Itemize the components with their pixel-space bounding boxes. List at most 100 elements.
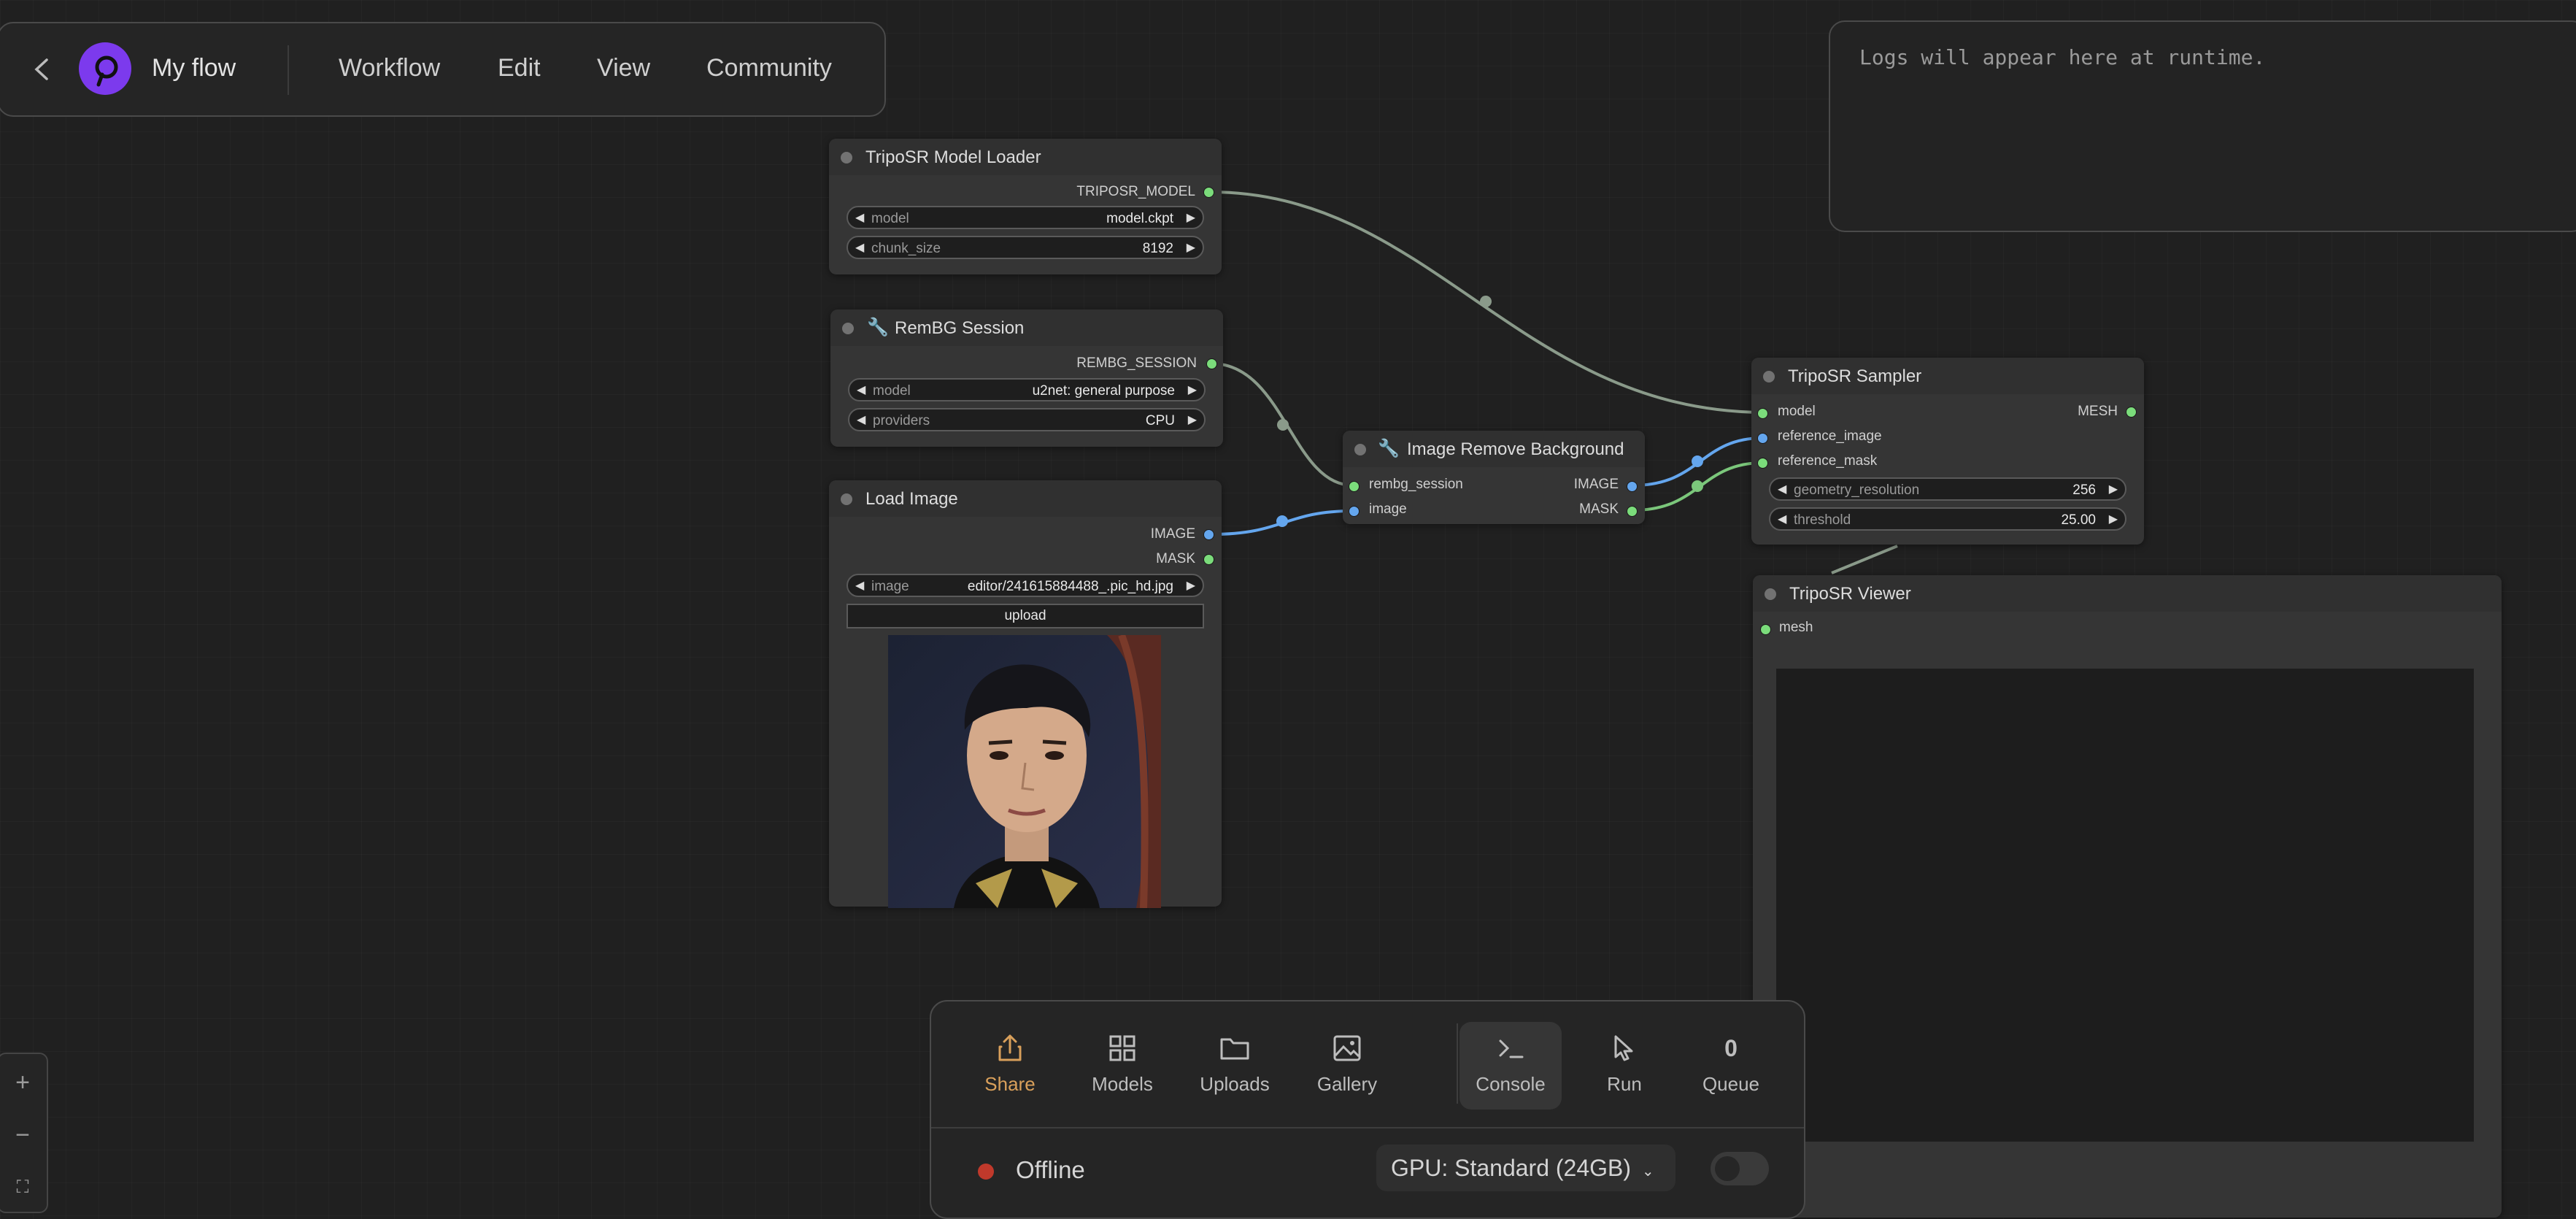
logs-panel[interactable]: Logs will appear here at runtime. [1829,20,2576,232]
run-button[interactable]: Run [1573,1022,1675,1110]
node-triposr-viewer[interactable]: TripoSR Viewer mesh [1753,575,2502,1218]
widget-label: chunk_size [871,241,941,256]
input-socket-reference-mask[interactable] [1757,458,1768,469]
decrement-arrow-icon[interactable]: ◀ [857,412,865,427]
widget-image[interactable]: ◀ image editor/241615884488_.pic_hd.jpg … [847,574,1204,597]
widget-model[interactable]: ◀ model model.ckpt ▶ [847,206,1204,229]
input-label-mesh: mesh [1779,620,1813,635]
uploads-button[interactable]: Uploads [1184,1022,1286,1110]
queue-button[interactable]: 0 Queue [1680,1022,1782,1110]
input-label-reference-mask: reference_mask [1778,453,1878,469]
output-socket-mask[interactable] [1627,506,1638,517]
run-label: Run [1607,1073,1642,1095]
flow-title[interactable]: My flow [152,54,236,82]
widget-value: CPU [1145,413,1175,428]
app-logo-icon[interactable] [79,42,131,95]
gpu-selector[interactable]: GPU: Standard (24GB) ⌄ [1376,1145,1675,1191]
node-title: Image Remove Background [1407,439,1624,459]
increment-arrow-icon[interactable]: ▶ [2109,512,2118,526]
decrement-arrow-icon[interactable]: ◀ [1778,482,1786,496]
share-label: Share [984,1073,1036,1095]
zoom-controls: + − ⛶ [0,1053,48,1213]
node-triposr-model-loader[interactable]: TripoSR Model Loader TRIPOSR_MODEL ◀ mod… [829,139,1222,274]
output-socket-mask[interactable] [1203,554,1214,565]
node-collapse-dot[interactable] [1354,444,1366,455]
upload-button[interactable]: upload [847,604,1204,628]
wire-rembg-session [1211,362,1354,487]
increment-arrow-icon[interactable]: ▶ [2109,482,2118,496]
widget-providers[interactable]: ◀ providers CPU ▶ [848,408,1206,431]
offline-status-dot [978,1164,994,1180]
queue-count: 0 [1724,1035,1738,1061]
increment-arrow-icon[interactable]: ▶ [1187,578,1195,593]
widget-value: 25.00 [2061,512,2096,528]
console-button[interactable]: Console [1459,1022,1562,1110]
input-socket-reference-image[interactable] [1757,433,1768,444]
widget-threshold[interactable]: ◀ threshold 25.00 ▶ [1769,507,2126,531]
output-socket-mesh[interactable] [2126,407,2137,418]
node-collapse-dot[interactable] [841,152,852,164]
share-button[interactable]: Share [959,1022,1061,1110]
decrement-arrow-icon[interactable]: ◀ [857,382,865,397]
mesh-viewer-canvas[interactable] [1776,669,2474,1142]
node-collapse-dot[interactable] [1763,371,1775,382]
node-image-remove-background[interactable]: 🔧 Image Remove Background rembg_session … [1343,431,1645,524]
gallery-button[interactable]: Gallery [1296,1022,1398,1110]
wire-reroute-dot [1276,515,1288,527]
zoom-in-icon[interactable]: + [0,1057,47,1108]
bottom-dock: Share Models Uploads Gallery Console Run… [930,1000,1805,1219]
output-label-image: IMAGE [1573,477,1619,492]
menu-edit[interactable]: Edit [498,54,541,82]
node-load-image[interactable]: Load Image IMAGE MASK ◀ image editor/241… [829,480,1222,908]
node-collapse-dot[interactable] [841,493,852,505]
zoom-out-icon[interactable]: − [0,1110,47,1161]
widget-value: editor/241615884488_.pic_hd.jpg [967,579,1173,594]
input-socket-image[interactable] [1349,506,1360,517]
models-button[interactable]: Models [1071,1022,1173,1110]
menu-workflow[interactable]: Workflow [339,54,440,82]
increment-arrow-icon[interactable]: ▶ [1188,382,1197,397]
widget-value: 8192 [1142,241,1173,256]
fit-view-icon[interactable]: ⛶ [0,1162,47,1213]
increment-arrow-icon[interactable]: ▶ [1187,240,1195,255]
output-label-mask: MASK [1156,551,1195,566]
node-collapse-dot[interactable] [842,323,854,334]
wire-reroute-dot [1277,419,1289,431]
widget-value: model.ckpt [1106,211,1173,226]
wire-ref-mask [1632,461,1764,512]
toggle-knob [1715,1156,1740,1181]
output-label: TRIPOSR_MODEL [1076,184,1195,199]
widget-value: u2net: general purpose [1032,383,1175,399]
increment-arrow-icon[interactable]: ▶ [1187,210,1195,225]
output-socket-image[interactable] [1203,529,1214,540]
decrement-arrow-icon[interactable]: ◀ [855,578,864,593]
back-chevron-icon[interactable] [28,54,57,85]
wire-reroute-dot [1480,296,1492,307]
widget-geometry-resolution[interactable]: ◀ geometry_resolution 256 ▶ [1769,477,2126,501]
node-header[interactable] [830,309,1223,346]
terminal-icon [1459,1032,1562,1064]
menu-community[interactable]: Community [706,54,832,82]
output-socket[interactable] [1203,187,1214,198]
node-collapse-dot[interactable] [1765,588,1776,600]
menu-view[interactable]: View [597,54,650,82]
node-title: TripoSR Sampler [1788,366,1922,386]
widget-label: model [873,383,911,399]
output-socket-image[interactable] [1627,481,1638,492]
wrench-icon: 🔧 [867,318,889,337]
decrement-arrow-icon[interactable]: ◀ [855,210,864,225]
decrement-arrow-icon[interactable]: ◀ [1778,512,1786,526]
widget-chunk-size[interactable]: ◀ chunk_size 8192 ▶ [847,236,1204,259]
node-triposr-sampler[interactable]: TripoSR Sampler model reference_image re… [1751,358,2144,545]
widget-model[interactable]: ◀ model u2net: general purpose ▶ [848,378,1206,401]
input-socket-rembg-session[interactable] [1349,481,1360,492]
image-icon [1296,1032,1398,1064]
input-socket-mesh[interactable] [1760,624,1771,635]
widget-value: 256 [2072,482,2096,498]
output-socket[interactable] [1206,358,1217,369]
gpu-toggle[interactable] [1711,1152,1769,1185]
increment-arrow-icon[interactable]: ▶ [1188,412,1197,427]
node-rembg-session[interactable]: 🔧 RemBG Session REMBG_SESSION ◀ model u2… [830,309,1223,447]
input-socket-model[interactable] [1757,408,1768,419]
decrement-arrow-icon[interactable]: ◀ [855,240,864,255]
